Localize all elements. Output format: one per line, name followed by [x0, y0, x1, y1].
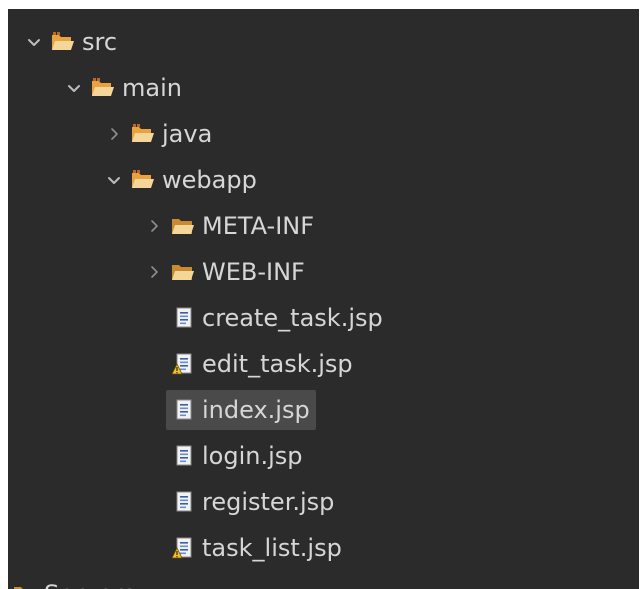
tree-item-java[interactable]: java [8, 111, 639, 157]
tree-item-label: index.jsp [202, 396, 310, 424]
project-explorer-tree: src main java webapp META-INF WEB-INF create_t… [8, 9, 639, 589]
tree-item-label: edit_task.jsp [202, 350, 353, 378]
source-folder-icon [90, 77, 116, 99]
tree-item-web-inf[interactable]: WEB-INF [8, 249, 639, 295]
tree-item-label: src [82, 28, 118, 56]
jsp-file-warning-icon [170, 353, 196, 375]
source-folder-icon [130, 169, 156, 191]
chevron-down-icon[interactable] [26, 34, 42, 50]
tree-item-webapp[interactable]: webapp [8, 157, 639, 203]
jsp-file-icon [170, 399, 196, 421]
tree-item-label: Servers [44, 579, 135, 589]
tree-item-servers[interactable]: Servers [8, 571, 639, 589]
chevron-right-icon[interactable] [106, 126, 122, 142]
chevron-down-icon[interactable] [106, 172, 122, 188]
tree-item-label: login.jsp [202, 442, 303, 470]
source-folder-icon [50, 31, 76, 53]
tree-item-register-jsp[interactable]: register.jsp [8, 479, 639, 525]
tree-item-label: create_task.jsp [202, 304, 383, 332]
tree-item-task-list-jsp[interactable]: task_list.jsp [8, 525, 639, 571]
folder-icon [170, 261, 196, 283]
source-folder-icon [130, 123, 156, 145]
tree-item-meta-inf[interactable]: META-INF [8, 203, 639, 249]
tree-item-label: META-INF [202, 212, 315, 240]
folder-icon [170, 215, 196, 237]
jsp-file-warning-icon [170, 537, 196, 559]
tree-item-label: main [122, 74, 182, 102]
tree-item-login-jsp[interactable]: login.jsp [8, 433, 639, 479]
chevron-right-icon[interactable] [146, 218, 162, 234]
tree-item-main[interactable]: main [8, 65, 639, 111]
chevron-right-icon[interactable] [146, 264, 162, 280]
chevron-down-icon[interactable] [66, 80, 82, 96]
tree-item-create-task-jsp[interactable]: create_task.jsp [8, 295, 639, 341]
tree-item-label: webapp [162, 166, 257, 194]
jsp-file-icon [170, 491, 196, 513]
tree-item-label: WEB-INF [202, 258, 305, 286]
tree-item-label: task_list.jsp [202, 534, 342, 562]
tree-item-label: java [162, 120, 213, 148]
tree-item-label: register.jsp [202, 488, 335, 516]
tree-item-edit-task-jsp[interactable]: edit_task.jsp [8, 341, 639, 387]
jsp-file-icon [170, 307, 196, 329]
tree-item-index-jsp[interactable]: index.jsp [8, 387, 639, 433]
tree-item-src[interactable]: src [8, 19, 639, 65]
folder-icon [12, 583, 38, 589]
jsp-file-icon [170, 445, 196, 467]
